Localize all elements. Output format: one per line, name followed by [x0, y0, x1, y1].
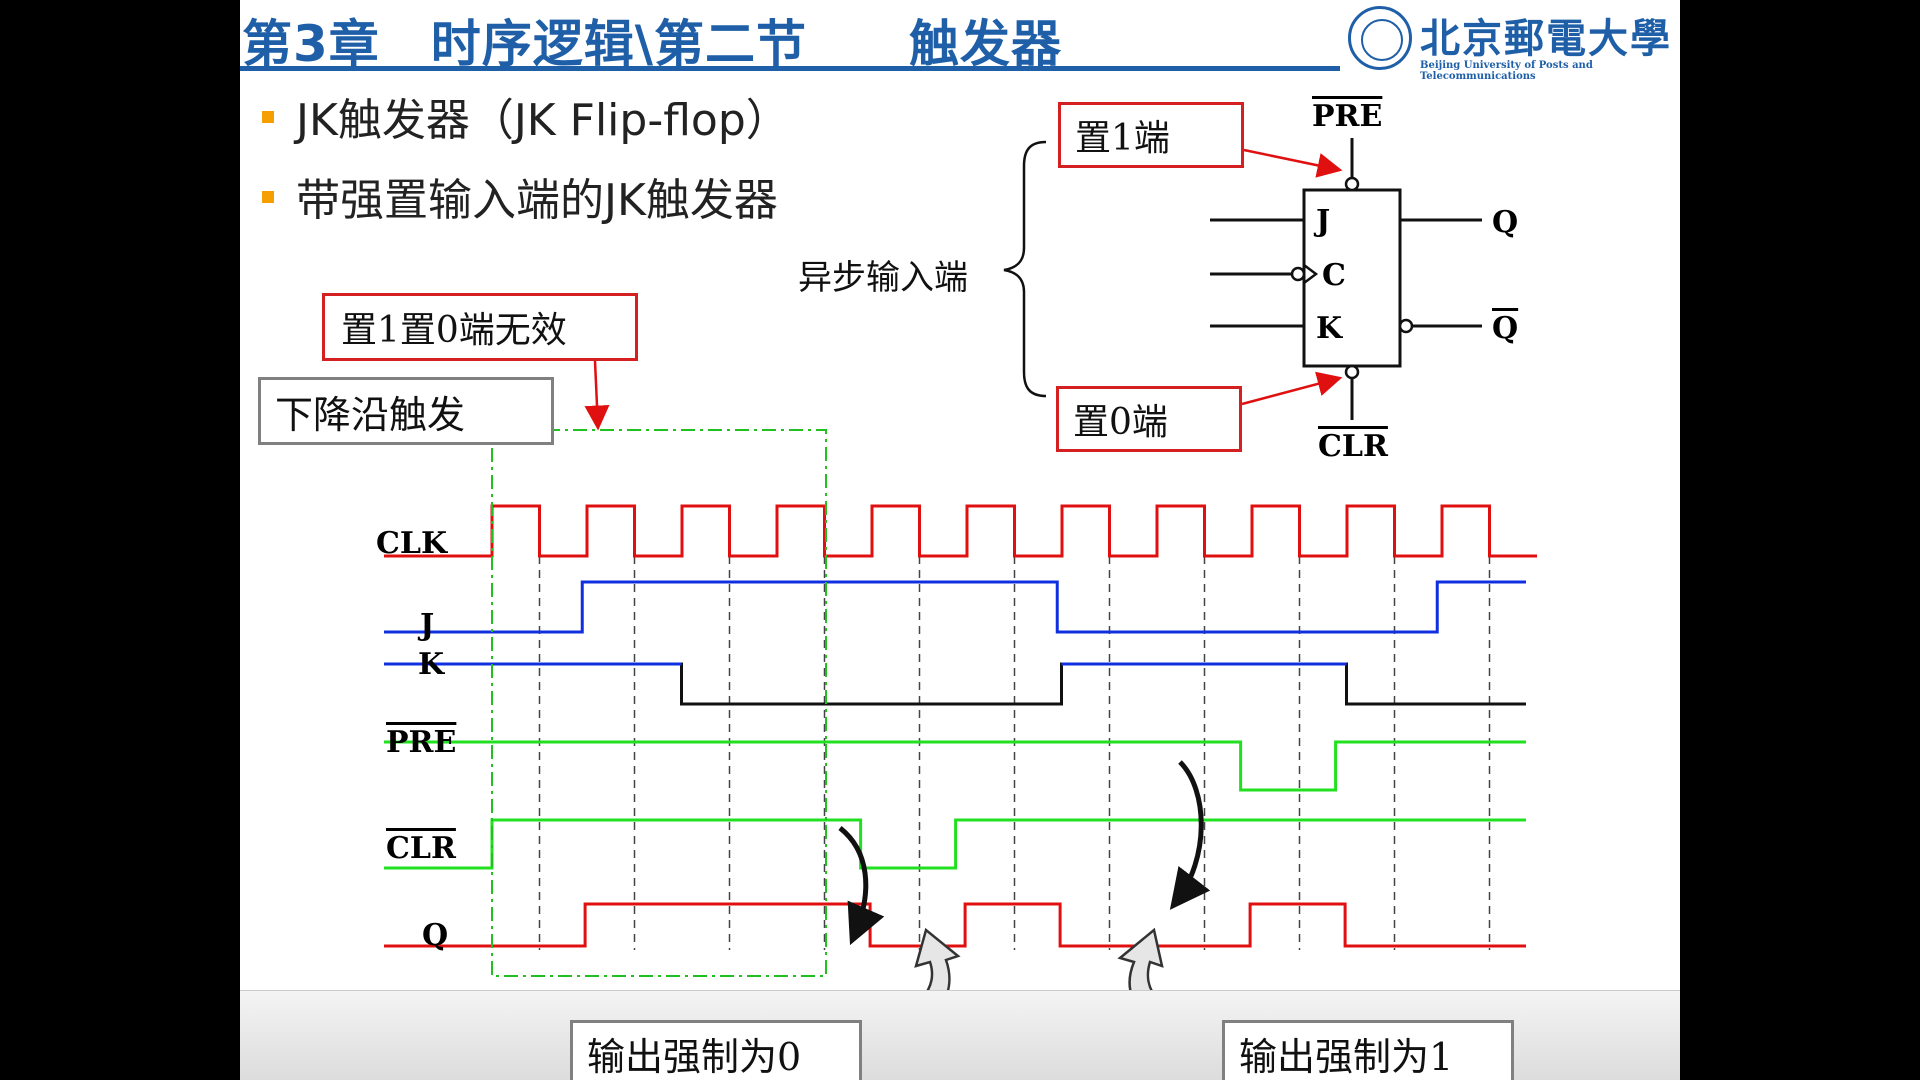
signal-label-j: J [417, 608, 434, 643]
set1-pointer-arrow [1243, 148, 1343, 178]
async-input-label: 异步输入端 [798, 258, 968, 298]
set0-pointer-arrow [1241, 371, 1343, 406]
k-waveform [384, 662, 1526, 706]
signal-label-clr: CLR [386, 831, 457, 866]
set1-annotation-box: 置1端 [1058, 102, 1244, 168]
signal-label-pre: PRE [386, 725, 456, 760]
pin-label-qbar: Q [1492, 311, 1518, 346]
slide: 第3章 时序逻辑\第二节 触发器 北京郵電大學 Beijing Universi… [240, 0, 1680, 1080]
signal-label-k: K [418, 647, 445, 682]
pin-label-clr: CLR [1318, 429, 1389, 464]
timing-grid [538, 556, 1491, 950]
falling-edge-annotation-box: 下降沿触发 [258, 377, 554, 445]
j-waveform [384, 580, 1526, 634]
timing-waveforms [384, 504, 1537, 948]
pin-label-pre: PRE [1312, 99, 1382, 134]
pre-bubble [1344, 176, 1360, 192]
pin-label-q: Q [1492, 205, 1518, 240]
clk-waveform [384, 504, 1537, 558]
pin-label-j: J [1313, 204, 1330, 239]
q-waveform [384, 902, 1526, 948]
clr-bubble [1344, 364, 1360, 380]
pin-label-k: K [1316, 311, 1343, 346]
signal-label-clk: CLK [376, 526, 448, 561]
pre-waveform [384, 740, 1526, 792]
pin-label-c: C [1322, 258, 1346, 293]
clock-inversion-bubble [1290, 266, 1306, 282]
jk-flipflop-diagram: J C K Q Q PRE CLR CLK J K PRE CLR Q [376, 99, 1537, 1048]
set0-annotation-box: 置0端 [1056, 386, 1242, 452]
signal-label-q: Q [422, 918, 448, 953]
clr-waveform [384, 818, 1526, 870]
invalid-annotation-box: 置1置0端无效 [322, 293, 638, 361]
qbar-bubble [1398, 318, 1414, 334]
force1-annotation-box: 输出强制为1 [1222, 1020, 1514, 1080]
invalid-pointer-arrow [584, 360, 610, 431]
force0-annotation-box: 输出强制为0 [570, 1020, 862, 1080]
pre-effect-arrow [1169, 760, 1211, 910]
async-brace [1003, 140, 1047, 398]
